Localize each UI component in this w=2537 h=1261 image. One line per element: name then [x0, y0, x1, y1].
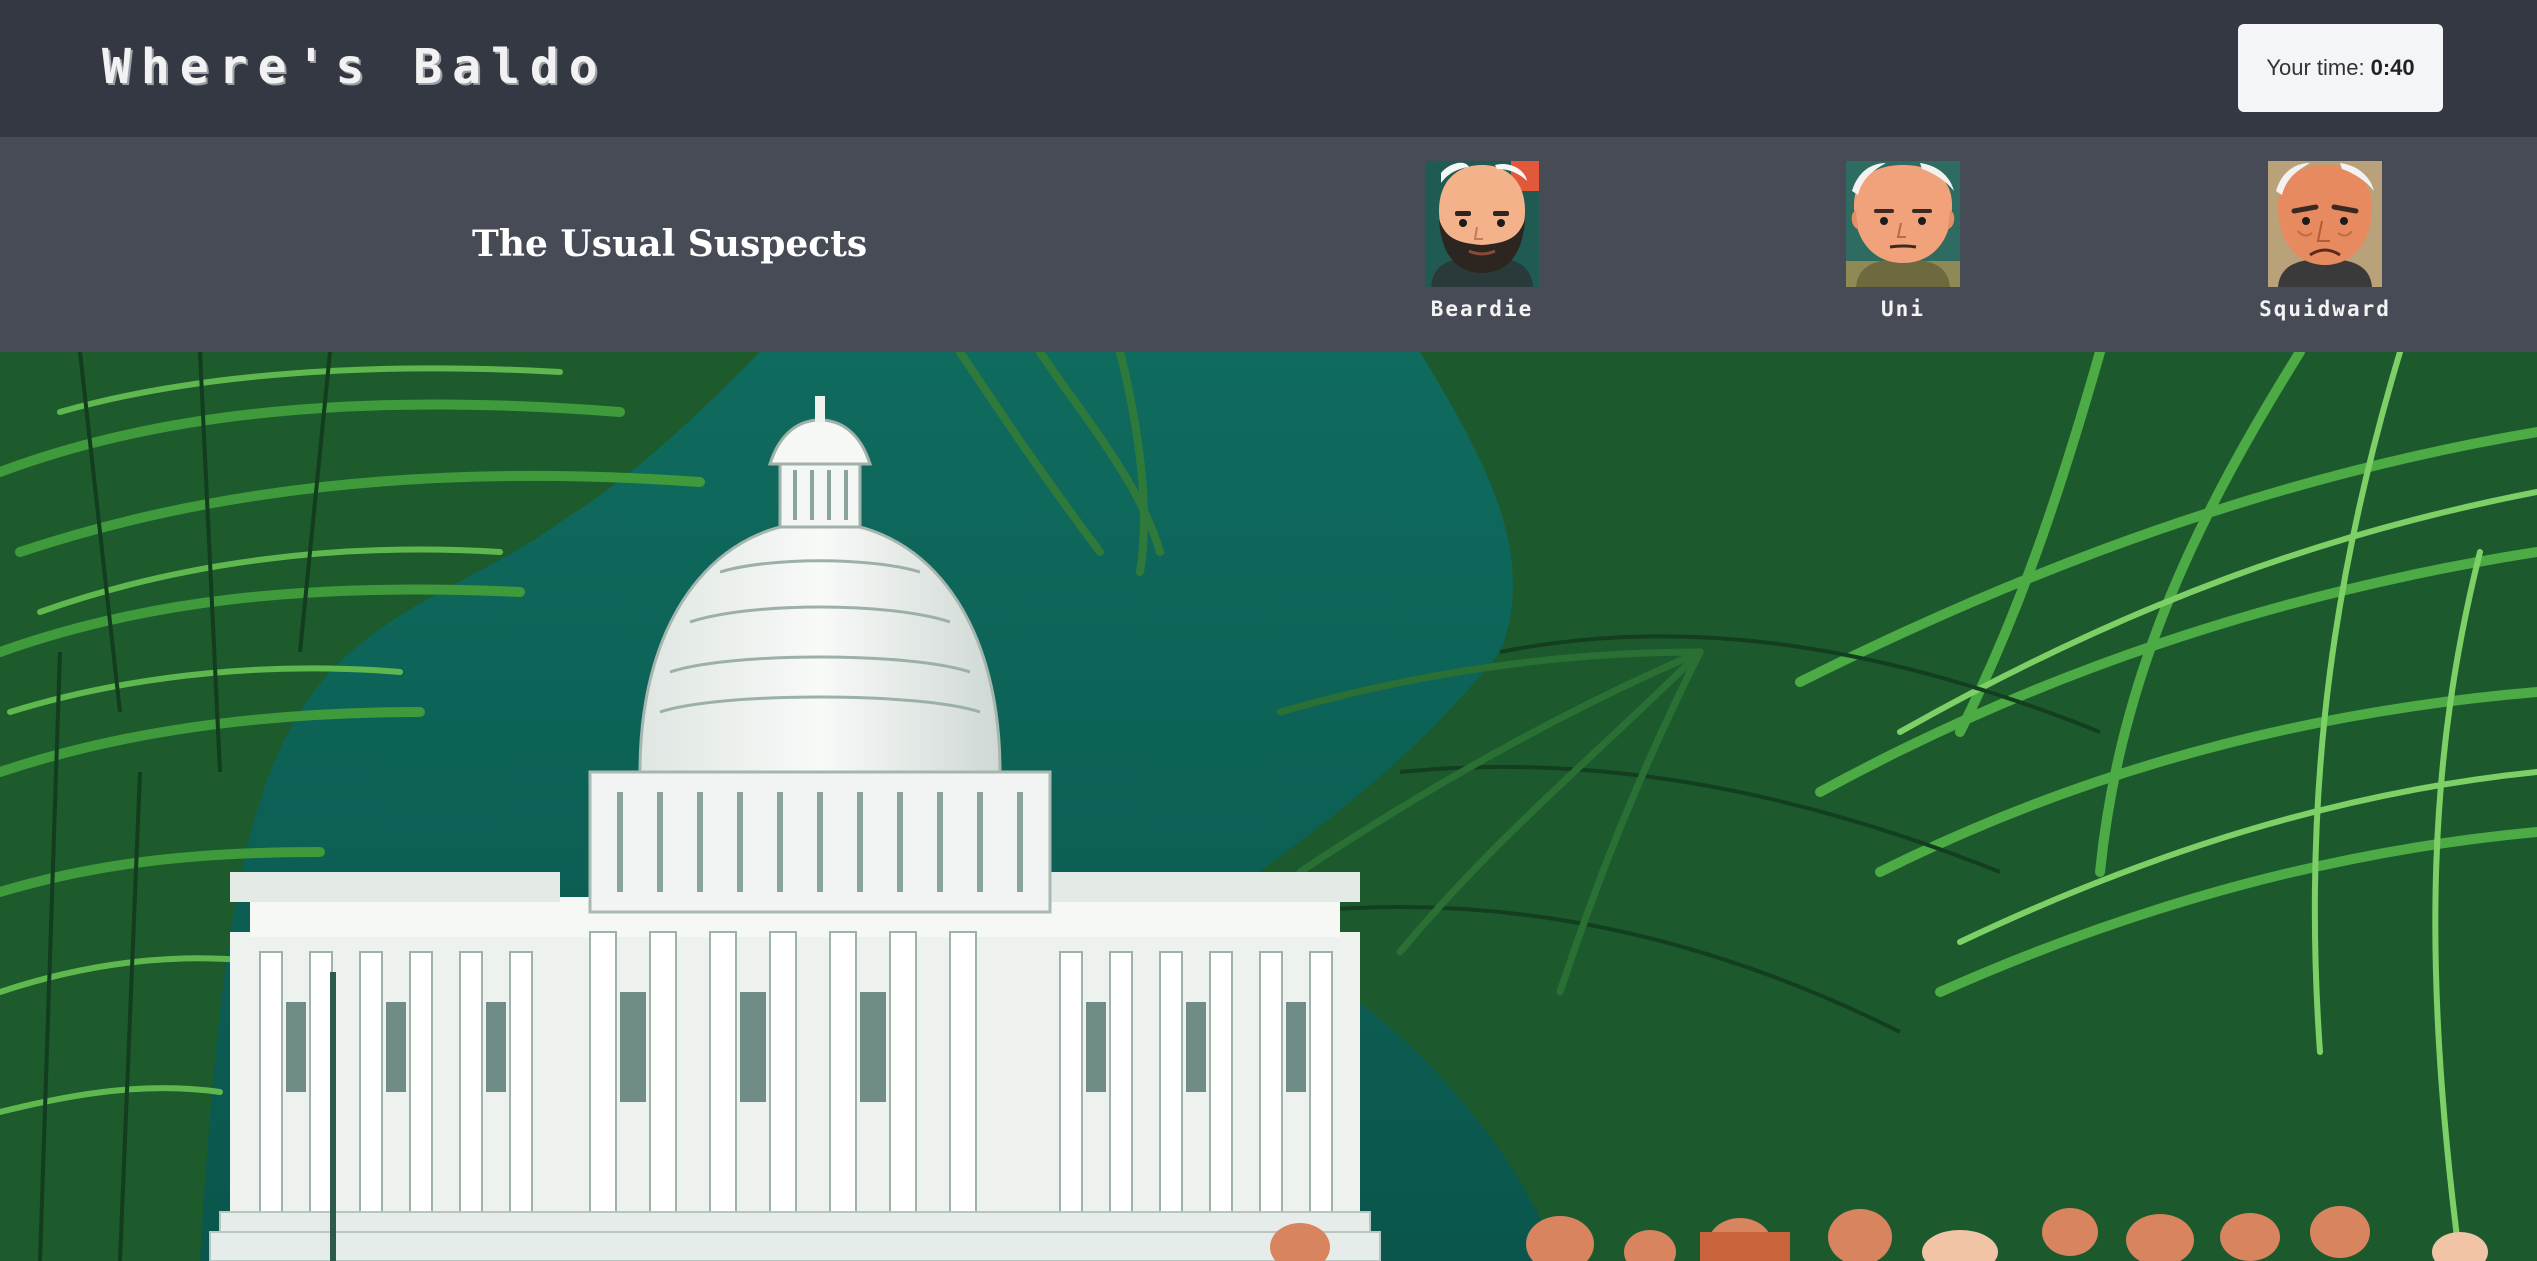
bald-man-avatar	[1846, 161, 1960, 287]
suspects-title: The Usual Suspects	[472, 223, 868, 265]
suspect-name-uni: Uni	[1881, 297, 1925, 321]
suspect-name-squidward: Squidward	[2259, 297, 2391, 321]
suspect-uni: Uni	[1803, 161, 2003, 331]
suspects-bar: The Usual Suspects Beardie Uni Squidward	[0, 137, 2537, 352]
suspect-name-beardie: Beardie	[1430, 297, 1534, 321]
app-title: Where's Baldo	[102, 39, 608, 95]
timer-display: Your time: 0:40	[2238, 24, 2443, 112]
timer-label: Your time:	[2266, 55, 2365, 80]
frowning-bald-man-avatar	[2268, 161, 2382, 287]
suspect-beardie: Beardie	[1382, 161, 1582, 331]
suspect-squidward: Squidward	[2225, 161, 2425, 331]
bearded-bald-man-avatar	[1425, 161, 1539, 287]
capitol-jungle-scene[interactable]	[0, 352, 2537, 1261]
timer-value: 0:40	[2370, 55, 2415, 80]
game-scene[interactable]	[0, 352, 2537, 1261]
app-header: Where's Baldo Your time: 0:40	[0, 0, 2537, 137]
